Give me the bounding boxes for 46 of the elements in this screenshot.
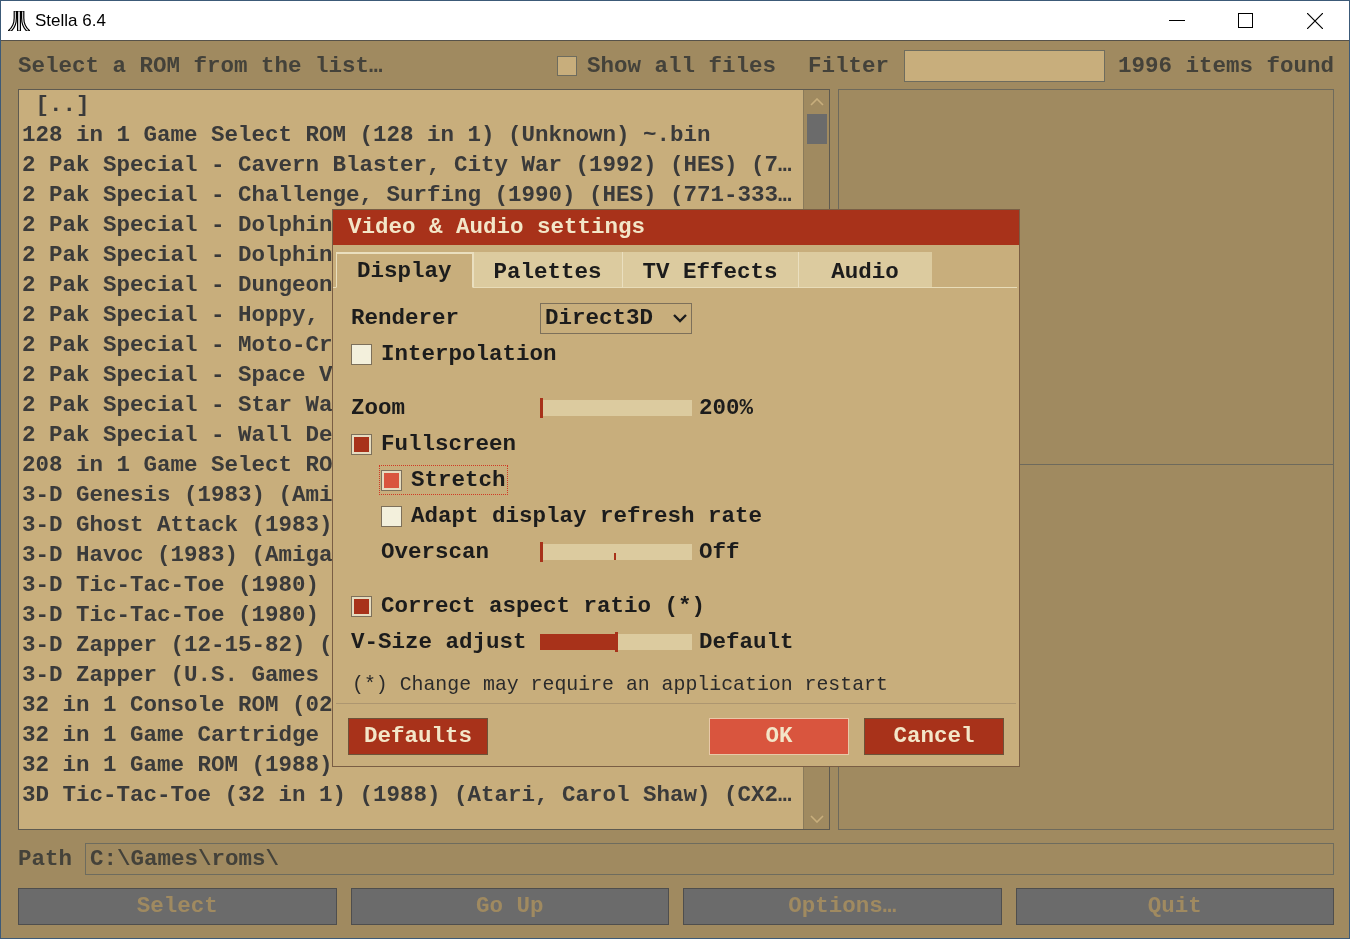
checkbox[interactable] (351, 595, 372, 617)
slider-track[interactable] (540, 400, 692, 416)
maximize-icon (1238, 13, 1253, 28)
footnote-text: (*) Change may require an application restart (351, 675, 889, 695)
tab[interactable]: TV Effects (621, 252, 798, 288)
path-label: Path (18, 847, 72, 871)
scrollbar-thumb[interactable] (806, 114, 827, 144)
setting-label: Renderer (351, 306, 461, 330)
item-count: 1996 items found (1117, 54, 1334, 78)
setting-label: Overscan (381, 540, 491, 564)
scroll-up-icon[interactable] (809, 98, 824, 106)
dialog-title: Video & Audio settings (333, 210, 1019, 245)
chevron-down-icon (673, 313, 687, 323)
tab[interactable]: Audio (797, 252, 932, 288)
checkbox[interactable] (351, 433, 372, 455)
slider-track[interactable] (540, 634, 692, 650)
dialog-button[interactable]: Defaults (348, 718, 488, 755)
tab[interactable]: Palettes (472, 252, 622, 288)
slider-value: Default (699, 630, 794, 654)
checkbox-option[interactable]: Interpolation (349, 338, 559, 370)
slider-value: 200% (699, 396, 753, 420)
prompt-text: Select a ROM from the list… (18, 54, 383, 78)
minimize-icon (1168, 20, 1185, 21)
slider-fill[interactable] (540, 632, 618, 652)
filter-label: Filter (807, 54, 889, 78)
scroll-down-icon[interactable] (809, 815, 824, 823)
logo-icon (8, 10, 30, 31)
checkbox[interactable] (381, 505, 402, 527)
slider-track[interactable] (540, 544, 692, 560)
tab[interactable]: Display (336, 252, 473, 288)
slider-value: Off (699, 540, 740, 564)
dialog-button[interactable]: Cancel (864, 718, 1004, 755)
slider-fill[interactable] (540, 398, 543, 418)
close-icon (1306, 12, 1323, 29)
setting-label: Zoom (351, 396, 406, 420)
dialog-button[interactable]: OK (709, 718, 849, 755)
window-title: Stella 6.4 (35, 12, 106, 29)
setting-label: V-Size adjust (351, 630, 528, 654)
checkbox-option[interactable]: Fullscreen (349, 428, 519, 460)
checkbox-option[interactable]: Correct aspect ratio (*) (349, 590, 708, 622)
checkbox-option[interactable]: Stretch (379, 464, 508, 496)
checkbox[interactable] (351, 343, 372, 365)
slider-fill[interactable] (540, 542, 543, 562)
checkbox-option[interactable]: Adapt display refresh rate (379, 500, 765, 532)
checkbox[interactable] (381, 469, 402, 491)
dropdown[interactable]: Direct3D (540, 302, 692, 334)
